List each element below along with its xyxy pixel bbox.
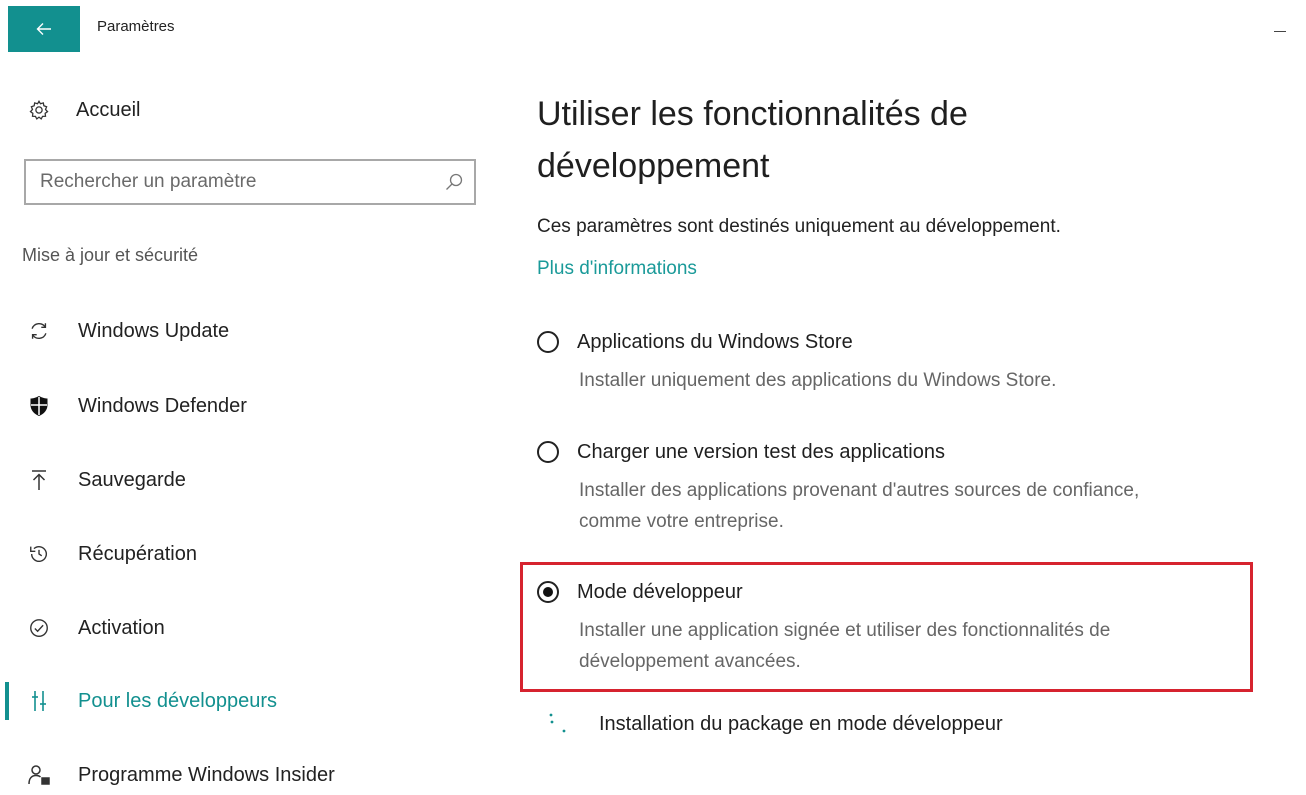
radio-windows-store-apps[interactable] xyxy=(537,331,559,353)
sidebar-item-label: Sauvegarde xyxy=(78,468,186,491)
insider-person-icon xyxy=(24,760,54,790)
sidebar-item-label: Activation xyxy=(78,616,165,639)
refresh-icon xyxy=(24,316,54,346)
active-indicator xyxy=(5,682,9,720)
home-label: Accueil xyxy=(76,98,141,121)
sidebar-item-windows-defender[interactable]: Windows Defender xyxy=(24,386,484,426)
shield-icon xyxy=(24,391,54,421)
back-button[interactable] xyxy=(8,6,80,52)
sidebar-item-recuperation[interactable]: Récupération xyxy=(24,534,484,574)
arrow-left-icon xyxy=(36,23,51,35)
section-header: Mise à jour et sécurité xyxy=(22,245,199,265)
sidebar-item-label: Récupération xyxy=(78,542,197,565)
option-label: Applications du Windows Store xyxy=(577,330,853,353)
gear-icon xyxy=(29,100,49,120)
sidebar-item-label: Programme Windows Insider xyxy=(78,763,335,786)
developer-tools-icon xyxy=(24,686,54,716)
search-icon[interactable] xyxy=(444,172,464,192)
option-description: Installer uniquement des applications du… xyxy=(579,370,1057,391)
sidebar-item-label: Pour les développeurs xyxy=(78,689,278,712)
radio-sideload-apps[interactable] xyxy=(537,441,559,463)
option-developer-mode[interactable]: Mode développeur Installer une applicati… xyxy=(537,575,1237,677)
title-bar: Paramètres xyxy=(0,0,1306,52)
sidebar-item-windows-update[interactable]: Windows Update xyxy=(24,311,484,351)
sidebar-item-windows-insider[interactable]: Programme Windows Insider xyxy=(24,755,484,795)
option-windows-store-apps[interactable]: Applications du Windows Store Installer … xyxy=(537,325,1237,396)
option-label: Mode développeur xyxy=(577,580,743,603)
option-description: Installer des applications provenant d'a… xyxy=(579,480,1140,532)
history-icon xyxy=(24,539,54,569)
page-description: Ces paramètres sont destinés uniquement … xyxy=(537,216,1061,237)
radio-developer-mode[interactable] xyxy=(537,581,559,603)
loading-spinner-icon xyxy=(549,713,566,733)
search-box[interactable] xyxy=(24,159,476,205)
search-input[interactable] xyxy=(40,170,430,194)
option-label: Charger une version test des application… xyxy=(577,440,945,463)
more-info-link[interactable]: Plus d'informations xyxy=(537,258,697,280)
sidebar-item-activation[interactable]: Activation xyxy=(24,608,484,648)
minimize-icon xyxy=(1274,31,1286,32)
sidebar-item-sauvegarde[interactable]: Sauvegarde xyxy=(24,460,484,500)
package-install-label: Installation du package en mode développ… xyxy=(599,712,1003,735)
option-sideload-apps[interactable]: Charger une version test des application… xyxy=(537,435,1237,537)
sidebar-item-developers[interactable]: Pour les développeurs xyxy=(24,681,484,721)
check-circle-icon xyxy=(24,613,54,643)
minimize-button[interactable] xyxy=(1272,14,1290,32)
window-title: Paramètres xyxy=(97,18,175,35)
sidebar-item-label: Windows Defender xyxy=(78,394,247,417)
option-description: Installer une application signée et util… xyxy=(579,620,1111,672)
page-title: Utiliser les fonctionnalités de développ… xyxy=(537,95,968,185)
home-link[interactable]: Accueil xyxy=(28,93,140,127)
package-install-status: Installation du package en mode développ… xyxy=(545,706,1003,742)
sidebar-item-label: Windows Update xyxy=(78,319,230,342)
backup-upload-icon xyxy=(24,465,54,495)
